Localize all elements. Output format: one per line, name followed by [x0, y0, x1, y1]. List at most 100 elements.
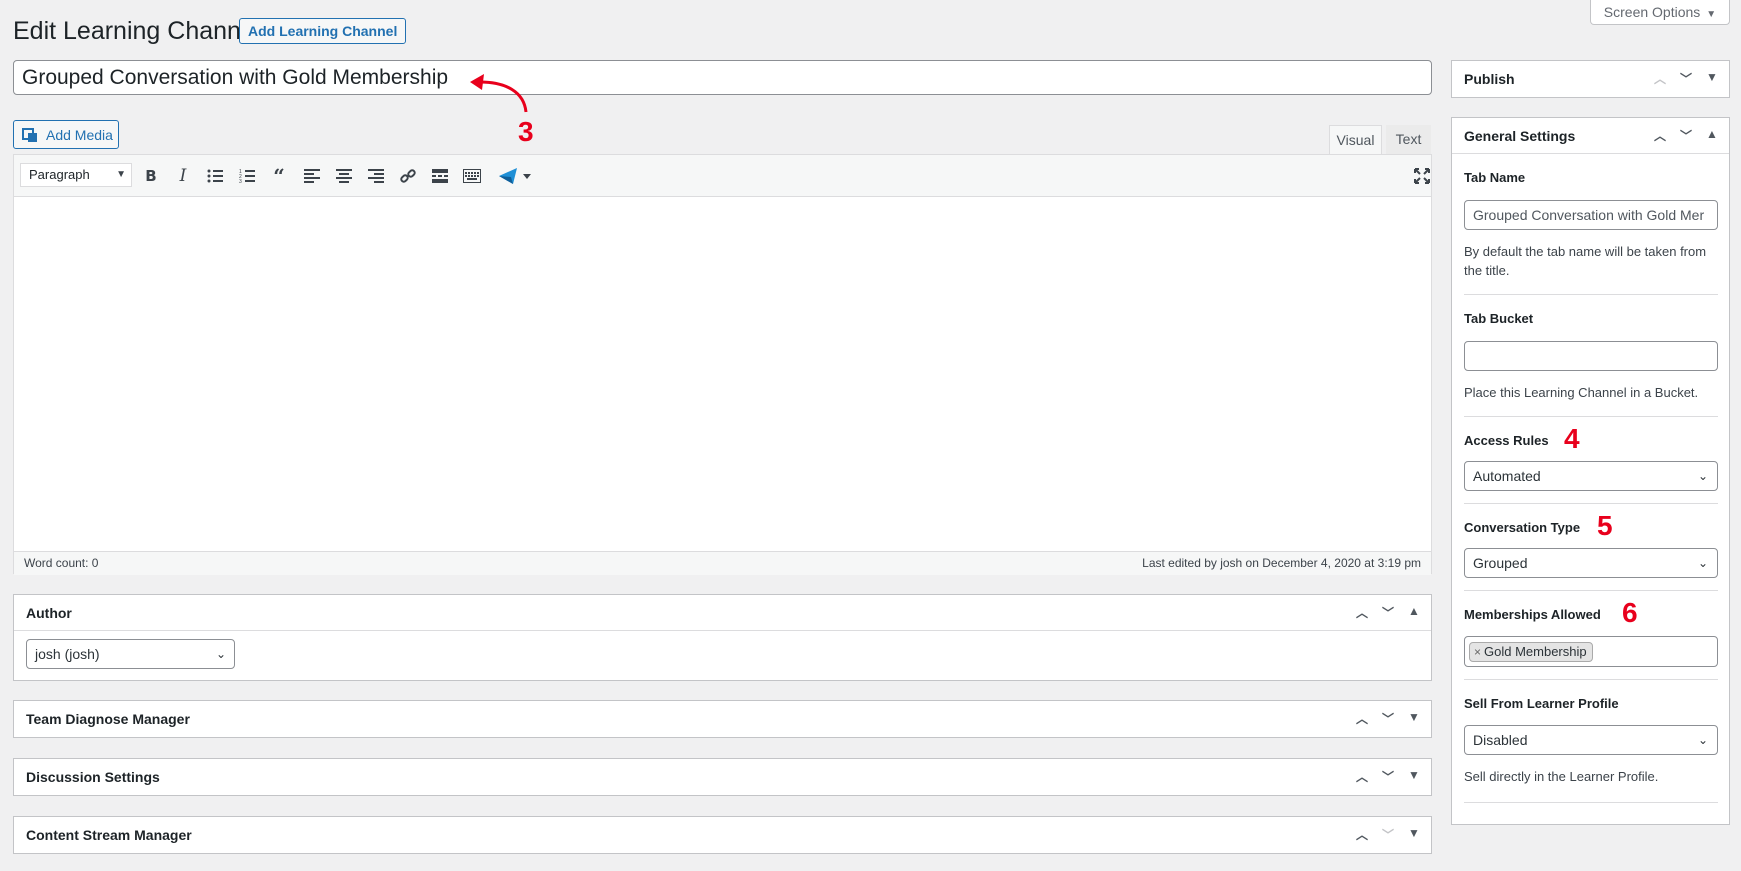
sell-help: Sell directly in the Learner Profile.	[1464, 769, 1659, 784]
read-more-icon[interactable]	[428, 165, 452, 187]
format-select-value: Paragraph	[29, 167, 90, 182]
chevron-down-icon: ⌄	[215, 647, 226, 661]
add-media-label: Add Media	[46, 126, 113, 143]
editor-status-bar: Word count: 0 Last edited by josh on Dec…	[14, 551, 1431, 575]
align-center-icon[interactable]	[332, 165, 356, 187]
content-stream-metabox-title: Content Stream Manager	[26, 827, 192, 843]
memberships-tag-input[interactable]: × Gold Membership	[1464, 636, 1718, 667]
access-rules-select-value: Automated	[1473, 468, 1541, 484]
toolbar-toggle-icon[interactable]	[460, 165, 484, 187]
divider	[1464, 590, 1718, 591]
annotation-arrow-icon	[470, 74, 528, 113]
divider	[1464, 416, 1718, 417]
conversation-type-select-value: Grouped	[1473, 555, 1528, 571]
membership-tag-label: Gold Membership	[1484, 644, 1587, 659]
move-down-icon[interactable]: ﹀	[1679, 70, 1693, 87]
editor-content-area[interactable]	[14, 197, 1431, 551]
general-settings-metabox-title: General Settings	[1464, 127, 1576, 144]
team-diagnose-metabox[interactable]: Team Diagnose Manager ︿ ﹀ ▼	[13, 700, 1432, 738]
publish-metabox[interactable]: Publish ︿ ﹀ ▼	[1451, 60, 1730, 98]
editor-toolbar: Paragraph ▼ B I 123 “	[14, 155, 1431, 197]
italic-icon[interactable]: I	[171, 165, 195, 187]
caret-down-icon: ▼	[1706, 9, 1717, 20]
tab-name-input[interactable]: Grouped Conversation with Gold Mer	[1464, 200, 1718, 230]
post-title-input[interactable]: Grouped Conversation with Gold Membershi…	[13, 60, 1432, 95]
tab-name-help: By default the tab name will be taken fr…	[1464, 244, 1707, 278]
move-up-icon[interactable]: ︿	[1355, 768, 1369, 785]
memberships-allowed-label: Memberships Allowed	[1464, 607, 1601, 622]
access-rules-select[interactable]: Automated ⌄	[1464, 461, 1718, 491]
bulleted-list-icon[interactable]	[203, 165, 227, 187]
align-right-icon[interactable]	[364, 165, 388, 187]
publish-metabox-header[interactable]: Publish ︿ ﹀ ▼	[1452, 61, 1729, 97]
screen-options-button[interactable]: Screen Options ▼	[1590, 0, 1730, 25]
author-metabox: Author ︿ ﹀ ▲ josh (josh) ⌄	[13, 594, 1432, 681]
sell-from-learner-profile-select[interactable]: Disabled ⌄	[1464, 725, 1718, 755]
annotation-4: 4	[1564, 423, 1580, 454]
link-icon[interactable]	[396, 165, 420, 187]
collapse-toggle-icon[interactable]: ▼	[1407, 826, 1421, 843]
svg-text:3: 3	[239, 179, 242, 183]
tab-text[interactable]: Text	[1386, 125, 1431, 154]
tab-visual[interactable]: Visual	[1329, 125, 1382, 154]
media-icon	[22, 127, 38, 143]
discussion-settings-metabox[interactable]: Discussion Settings ︿ ﹀ ▼	[13, 758, 1432, 796]
conversation-type-label: Conversation Type	[1464, 520, 1581, 535]
format-select[interactable]: Paragraph ▼	[20, 163, 132, 187]
move-up-icon[interactable]: ︿	[1355, 710, 1369, 727]
author-metabox-header: Author ︿ ﹀ ▲	[14, 595, 1431, 631]
divider	[1464, 503, 1718, 504]
move-down-icon[interactable]: ﹀	[1381, 826, 1395, 843]
move-up-icon[interactable]: ︿	[1355, 826, 1369, 843]
bold-icon[interactable]: B	[139, 165, 163, 187]
numbered-list-icon[interactable]: 123	[235, 165, 259, 187]
caret-down-icon: ▼	[116, 169, 126, 180]
move-down-icon[interactable]: ﹀	[1679, 127, 1693, 144]
content-stream-metabox[interactable]: Content Stream Manager ︿ ﹀ ▼	[13, 816, 1432, 854]
tab-name-label: Tab Name	[1464, 170, 1526, 185]
divider	[1464, 294, 1718, 295]
author-select[interactable]: josh (josh) ⌄	[26, 639, 235, 669]
blockquote-icon[interactable]: “	[267, 165, 291, 187]
collapse-toggle-icon[interactable]: ▼	[1407, 710, 1421, 727]
membership-tag[interactable]: × Gold Membership	[1469, 642, 1593, 662]
chevron-down-icon: ⌄	[1697, 556, 1708, 570]
discussion-settings-metabox-header[interactable]: Discussion Settings ︿ ﹀ ▼	[14, 759, 1431, 795]
discussion-settings-metabox-title: Discussion Settings	[26, 769, 160, 785]
align-left-icon[interactable]	[300, 165, 324, 187]
chevron-down-icon: ⌄	[1697, 733, 1708, 747]
team-diagnose-metabox-title: Team Diagnose Manager	[26, 711, 190, 727]
tab-bucket-help: Place this Learning Channel in a Bucket.	[1464, 385, 1699, 400]
screen-options-label: Screen Options	[1603, 4, 1701, 20]
collapse-toggle-icon[interactable]: ▲	[1705, 127, 1719, 144]
move-down-icon[interactable]: ﹀	[1381, 710, 1395, 727]
move-up-icon[interactable]: ︿	[1355, 604, 1369, 621]
conversation-type-select[interactable]: Grouped ⌄	[1464, 548, 1718, 578]
move-down-icon[interactable]: ﹀	[1381, 604, 1395, 621]
fullscreen-icon[interactable]	[1410, 165, 1434, 187]
collapse-toggle-icon[interactable]: ▼	[1705, 70, 1719, 87]
add-learning-channel-button[interactable]: Add Learning Channel	[239, 18, 407, 44]
move-down-icon[interactable]: ﹀	[1381, 768, 1395, 785]
annotation-5: 5	[1597, 510, 1613, 541]
team-diagnose-metabox-header[interactable]: Team Diagnose Manager ︿ ﹀ ▼	[14, 701, 1431, 737]
word-count: Word count: 0	[24, 556, 99, 570]
content-stream-metabox-header[interactable]: Content Stream Manager ︿ ﹀ ▼	[14, 817, 1431, 853]
annotation-6: 6	[1622, 597, 1638, 628]
access-rules-label: Access Rules	[1464, 433, 1549, 448]
remove-tag-icon[interactable]: ×	[1474, 645, 1481, 659]
collapse-toggle-icon[interactable]: ▼	[1407, 768, 1421, 785]
move-up-icon[interactable]: ︿	[1653, 70, 1667, 87]
general-settings-metabox: General Settings ︿ ﹀ ▲ Tab Name Grouped …	[1451, 117, 1730, 825]
divider	[1464, 679, 1718, 680]
general-settings-metabox-header[interactable]: General Settings ︿ ﹀ ▲	[1452, 118, 1729, 154]
page-title: Edit Learning Channel	[13, 17, 261, 45]
custom-plugin-icon[interactable]	[495, 165, 535, 187]
sell-from-learner-profile-label: Sell From Learner Profile	[1464, 696, 1619, 711]
divider	[1464, 802, 1718, 803]
collapse-toggle-icon[interactable]: ▲	[1407, 604, 1421, 621]
move-up-icon[interactable]: ︿	[1653, 127, 1667, 144]
publish-metabox-title: Publish	[1464, 71, 1515, 87]
add-media-button[interactable]: Add Media	[13, 120, 119, 149]
tab-bucket-input[interactable]	[1464, 341, 1718, 371]
